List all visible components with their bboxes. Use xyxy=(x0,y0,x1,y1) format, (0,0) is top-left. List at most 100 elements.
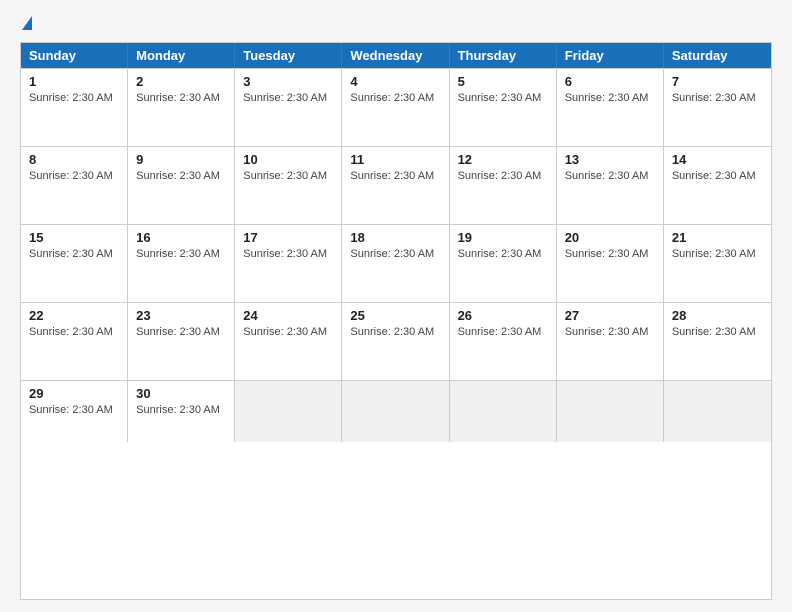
day-number: 22 xyxy=(29,308,119,323)
calendar-week: 29 Sunrise: 2:30 AM 30 Sunrise: 2:30 AM xyxy=(21,380,771,442)
calendar-cell: 7 Sunrise: 2:30 AM xyxy=(664,69,771,146)
day-number: 24 xyxy=(243,308,333,323)
day-sunrise-info: Sunrise: 2:30 AM xyxy=(672,248,763,260)
day-number: 19 xyxy=(458,230,548,245)
calendar-header-cell: Monday xyxy=(128,43,235,68)
day-sunrise-info: Sunrise: 2:30 AM xyxy=(565,92,655,104)
calendar-week: 1Sunrise: 2:30 AM 2 Sunrise: 2:30 AM 3 Sunri… xyxy=(21,68,771,146)
day-sunrise-info: Sunrise: 2:30 AM xyxy=(565,248,655,260)
calendar-cell: 23 Sunrise: 2:30 AM xyxy=(128,303,235,380)
day-number: 13 xyxy=(565,152,655,167)
day-sunrise-info: Sunrise: 2:30 AM xyxy=(565,170,655,182)
calendar-cell: 19 Sunrise: 2:30 AM xyxy=(450,225,557,302)
day-number: 25 xyxy=(350,308,440,323)
day-sunrise-info: Sunrise: 2:30 AM xyxy=(29,92,119,104)
calendar-cell: 18 Sunrise: 2:30 AM xyxy=(342,225,449,302)
calendar-cell xyxy=(450,381,557,442)
day-sunrise-info: Sunrise: 2:30 AM xyxy=(243,92,333,104)
calendar-cell: 14Sunrise: 2:30 AM xyxy=(664,147,771,224)
calendar-cell xyxy=(342,381,449,442)
day-number: 2 xyxy=(136,74,226,89)
calendar-cell: 15Sunrise: 2:30 AM xyxy=(21,225,128,302)
day-number: 3 xyxy=(243,74,333,89)
calendar-header-cell: Sunday xyxy=(21,43,128,68)
calendar-cell: 27 Sunrise: 2:30 AM xyxy=(557,303,664,380)
day-sunrise-info: Sunrise: 2:30 AM xyxy=(29,326,119,338)
day-number: 12 xyxy=(458,152,548,167)
day-sunrise-info: Sunrise: 2:30 AM xyxy=(458,92,548,104)
day-number: 10 xyxy=(243,152,333,167)
calendar-header-row: SundayMondayTuesdayWednesdayThursdayFrid… xyxy=(21,43,771,68)
day-sunrise-info: Sunrise: 2:30 AM xyxy=(29,404,119,416)
day-number: 11 xyxy=(350,152,440,167)
day-number: 7 xyxy=(672,74,763,89)
calendar-cell: 17Sunrise: 2:30 AM xyxy=(235,225,342,302)
day-sunrise-info: Sunrise: 2:30 AM xyxy=(136,404,226,416)
day-number: 18 xyxy=(350,230,440,245)
day-number: 6 xyxy=(565,74,655,89)
day-number: 27 xyxy=(565,308,655,323)
calendar-cell: 1Sunrise: 2:30 AM xyxy=(21,69,128,146)
day-sunrise-info: Sunrise: 2:30 AM xyxy=(672,170,763,182)
day-number: 28 xyxy=(672,308,763,323)
calendar-cell: 16 Sunrise: 2:30 AM xyxy=(128,225,235,302)
day-sunrise-info: Sunrise: 2:30 AM xyxy=(565,326,655,338)
calendar-week: 15Sunrise: 2:30 AM16Sunrise: 2:30 AM17Su… xyxy=(21,224,771,302)
calendar-header-cell: Wednesday xyxy=(342,43,449,68)
day-number: 29 xyxy=(29,386,119,401)
day-number: 8 xyxy=(29,152,119,167)
day-number: 26 xyxy=(458,308,548,323)
calendar-cell: 24 Sunrise: 2:30 AM xyxy=(235,303,342,380)
calendar-cell: 2 Sunrise: 2:30 AM xyxy=(128,69,235,146)
calendar-week: 8 Sunrise: 2:30 AM 9Sunrise: 2:30 AM 10 Sunr… xyxy=(21,146,771,224)
day-sunrise-info: Sunrise: 2:30 AM xyxy=(136,248,226,260)
calendar-cell: 29 Sunrise: 2:30 AM xyxy=(21,381,128,442)
day-number: 21 xyxy=(672,230,763,245)
day-sunrise-info: Sunrise: 2:30 AM xyxy=(350,92,440,104)
day-sunrise-info: Sunrise: 2:30 AM xyxy=(136,326,226,338)
calendar-body: 1Sunrise: 2:30 AM 2 Sunrise: 2:30 AM 3 Sunri… xyxy=(21,68,771,442)
day-sunrise-info: Sunrise: 2:30 AM xyxy=(458,170,548,182)
calendar-cell: 30 Sunrise: 2:30 AM xyxy=(128,381,235,442)
day-number: 5 xyxy=(458,74,548,89)
calendar-week: 22 Sunrise: 2:30 AM 23 Sunrise: 2:30 AM 24 Su… xyxy=(21,302,771,380)
day-sunrise-info: Sunrise: 2:30 AM xyxy=(136,92,226,104)
day-number: 30 xyxy=(136,386,226,401)
calendar-cell: 9Sunrise: 2:30 AM xyxy=(128,147,235,224)
logo-triangle-icon xyxy=(22,16,32,30)
header xyxy=(20,18,772,32)
day-sunrise-info: Sunrise: 2:30 AM xyxy=(350,326,440,338)
calendar-cell: 11 Sunrise: 2:30 AM xyxy=(342,147,449,224)
day-sunrise-info: Sunrise: 2:30 AM xyxy=(243,326,333,338)
day-sunrise-info: Sunrise: 2:30 AM xyxy=(29,170,119,182)
day-sunrise-info: Sunrise: 2:30 AM xyxy=(672,326,763,338)
day-sunrise-info: Sunrise: 2:30 AM xyxy=(350,248,440,260)
calendar-cell: 5 Sunrise: 2:30 AM xyxy=(450,69,557,146)
calendar-cell xyxy=(235,381,342,442)
day-sunrise-info: Sunrise: 2:30 AM xyxy=(458,248,548,260)
calendar-cell: 8 Sunrise: 2:30 AM xyxy=(21,147,128,224)
calendar-cell: 22 Sunrise: 2:30 AM xyxy=(21,303,128,380)
calendar-header-cell: Saturday xyxy=(664,43,771,68)
day-number: 23 xyxy=(136,308,226,323)
day-sunrise-info: Sunrise: 2:30 AM xyxy=(458,326,548,338)
calendar-cell: 26 Sunrise: 2:30 AM xyxy=(450,303,557,380)
calendar-cell: 4 Sunrise: 2:30 AM xyxy=(342,69,449,146)
day-number: 16 xyxy=(136,230,226,245)
calendar: SundayMondayTuesdayWednesdayThursdayFrid… xyxy=(20,42,772,600)
day-sunrise-info: Sunrise: 2:30 AM xyxy=(29,248,119,260)
calendar-cell: 13 Sunrise: 2:30 AM xyxy=(557,147,664,224)
calendar-header-cell: Tuesday xyxy=(235,43,342,68)
day-number: 20 xyxy=(565,230,655,245)
day-number: 4 xyxy=(350,74,440,89)
logo xyxy=(20,18,32,32)
calendar-cell: 28 Sunrise: 2:30 AM xyxy=(664,303,771,380)
calendar-header-cell: Thursday xyxy=(450,43,557,68)
day-sunrise-info: Sunrise: 2:30 AM xyxy=(672,92,763,104)
calendar-cell: 6 Sunrise: 2:30 AM xyxy=(557,69,664,146)
day-sunrise-info: Sunrise: 2:30 AM xyxy=(350,170,440,182)
day-sunrise-info: Sunrise: 2:30 AM xyxy=(243,248,333,260)
calendar-cell: 20 Sunrise: 2:30 AM xyxy=(557,225,664,302)
calendar-header-cell: Friday xyxy=(557,43,664,68)
calendar-cell: 12 Sunrise: 2:30 AM xyxy=(450,147,557,224)
